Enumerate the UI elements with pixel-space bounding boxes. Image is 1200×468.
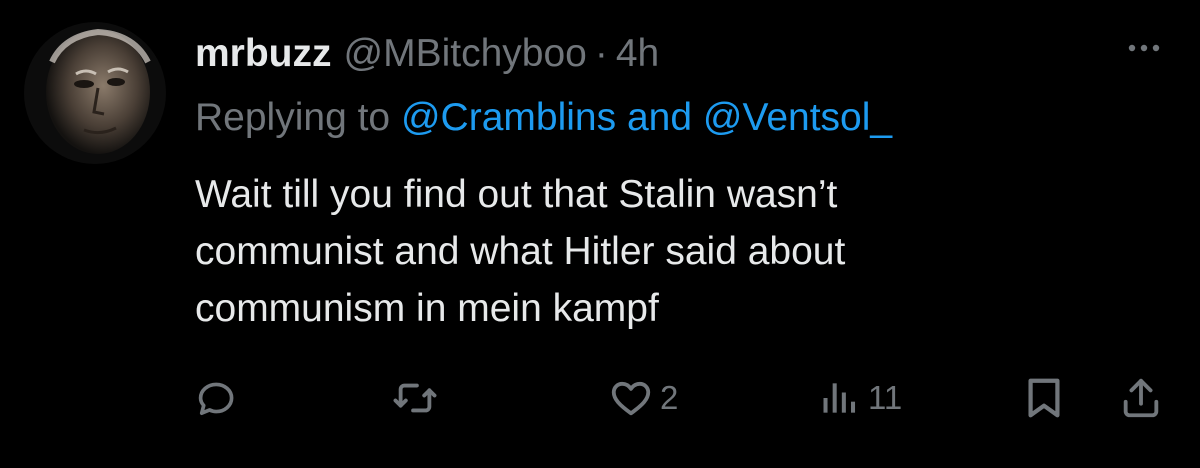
tweet-text-line: communist and what Hitler said about — [195, 230, 846, 273]
user-handle[interactable]: @MBitchyboo — [344, 26, 587, 82]
views-button[interactable]: 11 — [818, 368, 902, 428]
like-count: 2 — [660, 379, 679, 416]
mention-joiner: and — [626, 96, 693, 139]
like-button[interactable]: 2 — [608, 368, 678, 428]
reply-icon — [194, 376, 238, 420]
share-button[interactable] — [1118, 368, 1164, 428]
mention-link[interactable]: @Ventsol_ — [703, 96, 892, 139]
reply-button[interactable] — [194, 368, 238, 428]
bookmark-icon — [1024, 375, 1064, 421]
action-bar: 2 11 — [0, 368, 1200, 428]
replying-to: Replying to @Cramblins and @Ventsol_ — [195, 90, 892, 146]
replying-to-label: Replying to — [195, 96, 391, 139]
heart-icon — [608, 375, 654, 421]
retweet-icon — [392, 375, 438, 421]
bookmark-button[interactable] — [1024, 368, 1064, 428]
views-icon — [818, 376, 862, 420]
tweet-text-line: communism in mein kampf — [195, 287, 659, 330]
separator-dot: · — [594, 32, 608, 75]
tweet[interactable]: mrbuzz @MBitchyboo · 4h Replying to @Cra… — [0, 0, 1200, 468]
mention-link[interactable]: @Cramblins — [401, 96, 616, 139]
display-name[interactable]: mrbuzz — [195, 26, 332, 82]
tweet-header: mrbuzz @MBitchyboo · 4h — [195, 26, 659, 82]
tweet-text: Wait till you find out that Stalin wasn’… — [195, 166, 1155, 337]
views-count: 11 — [868, 379, 903, 416]
tweet-text-line: Wait till you find out that Stalin wasn’… — [195, 173, 838, 216]
avatar[interactable] — [24, 22, 166, 164]
timestamp[interactable]: 4h — [616, 26, 659, 82]
retweet-button[interactable] — [392, 368, 438, 428]
more-icon[interactable] — [1118, 36, 1170, 60]
share-icon — [1118, 375, 1164, 421]
